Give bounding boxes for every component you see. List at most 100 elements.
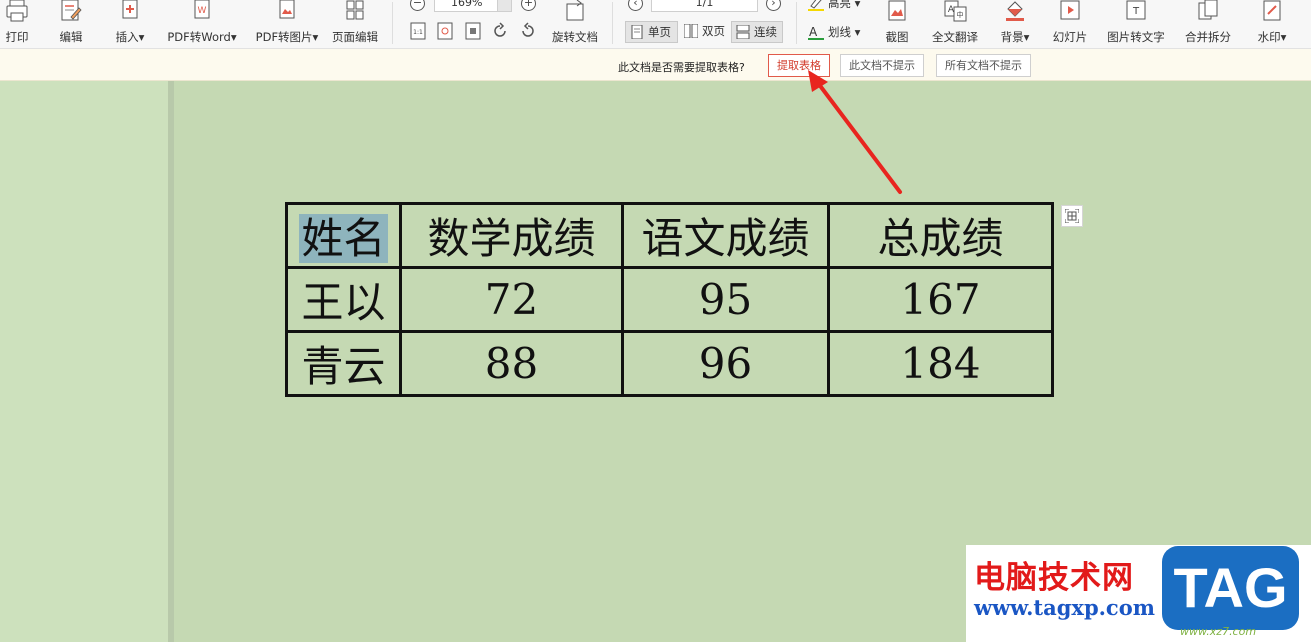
grid-icon	[346, 0, 364, 20]
edit-icon	[61, 0, 82, 21]
tag-logo: TAG	[1162, 546, 1299, 630]
pdf-word-icon: W	[194, 0, 210, 19]
background-label: 背景▾	[1000, 30, 1030, 44]
dont-show-all-button[interactable]: 所有文档不提示	[936, 54, 1031, 77]
watermark-button[interactable]: 水印▾	[1250, 0, 1294, 48]
table-cell: 王以	[285, 266, 402, 333]
table-cell: 72	[399, 266, 624, 333]
table-cell: 167	[827, 266, 1054, 333]
table-header-cell: 语文成绩	[621, 202, 830, 269]
rotate-left-icon[interactable]	[492, 22, 508, 40]
pdf-to-word-button[interactable]: W PDF转Word▾	[162, 0, 242, 48]
table-header-cell: 数学成绩	[399, 202, 624, 269]
table-row: 王以 72 95 167	[285, 266, 1054, 333]
extract-table-button[interactable]: 提取表格	[768, 54, 830, 77]
watermark-label: 水印▾	[1257, 30, 1287, 44]
single-page-label: 单页	[648, 25, 671, 39]
image-text-icon: T	[1126, 0, 1146, 20]
print-button[interactable]: 打印	[0, 0, 34, 48]
zoom-out-icon[interactable]: −	[410, 0, 425, 11]
insert-page-icon	[122, 0, 138, 19]
highlight-label: 高亮 ▾	[828, 0, 861, 10]
image-to-text-button[interactable]: T 图片转文字	[1104, 0, 1168, 48]
fit-width-icon[interactable]	[465, 22, 481, 40]
table-cell: 青云	[285, 330, 402, 397]
zoom-select[interactable]: 169%	[434, 0, 512, 12]
zoom-in-icon[interactable]: +	[521, 0, 536, 11]
table-row: 青云 88 96 184	[285, 330, 1054, 397]
chevron-down-icon[interactable]	[497, 0, 511, 11]
page-edit-button[interactable]: 页面编辑	[328, 0, 382, 48]
screenshot-icon	[888, 0, 906, 21]
slideshow-label: 幻灯片	[1052, 30, 1088, 44]
merge-split-label: 合并拆分	[1185, 30, 1231, 44]
rotate-document-icon	[566, 0, 584, 21]
edit-button[interactable]: 编辑	[54, 0, 88, 48]
dont-show-document-button[interactable]: 此文档不提示	[840, 54, 924, 77]
watermark-subtitle: www.xz7.com	[1180, 625, 1257, 638]
notification-question: 此文档是否需要提取表格?	[618, 61, 745, 74]
double-page-label: 双页	[702, 24, 725, 38]
watermark-title: 电脑技术网	[974, 560, 1134, 596]
merge-split-button[interactable]: 合并拆分	[1178, 0, 1238, 48]
strikeline-icon: A	[808, 25, 824, 40]
double-page-icon	[684, 24, 698, 38]
actual-size-icon[interactable]: 1:1	[410, 22, 426, 40]
printer-icon	[6, 0, 28, 22]
highlight-icon	[808, 0, 824, 11]
svg-text:W: W	[198, 6, 207, 16]
toolbar: 打印 编辑 插入▾ W PDF转Word▾ PDF转图片▾ 页面编辑 − 169…	[0, 0, 1311, 49]
print-label: 打印	[5, 30, 29, 44]
rotate-document-button[interactable]: 旋转文档	[548, 0, 602, 48]
slideshow-icon	[1060, 0, 1080, 20]
merge-split-icon	[1198, 0, 1218, 20]
paint-bucket-icon	[1006, 1, 1024, 21]
toolbar-divider	[392, 2, 393, 44]
pdf-to-image-label: PDF转图片▾	[255, 30, 319, 44]
next-page-icon[interactable]: ›	[766, 0, 781, 11]
screenshot-button[interactable]: 截图	[876, 0, 918, 48]
full-translate-label: 全文翻译	[932, 30, 978, 44]
toolbar-divider	[612, 2, 613, 44]
previous-page-icon[interactable]: ‹	[628, 0, 643, 11]
rotate-right-icon[interactable]	[520, 22, 536, 40]
svg-text:1:1: 1:1	[413, 29, 423, 36]
insert-label: 插入▾	[115, 30, 145, 44]
svg-text:中: 中	[957, 10, 964, 19]
watermark-icon	[1263, 0, 1281, 21]
svg-text:T: T	[1132, 6, 1140, 17]
pdf-to-image-button[interactable]: PDF转图片▾	[252, 0, 322, 48]
table-cell: 184	[827, 330, 1054, 397]
continuous-label: 连续	[754, 25, 777, 39]
single-page-icon	[631, 25, 643, 39]
site-watermark: 电脑技术网 www.tagxp.com TAG www.xz7.com	[966, 545, 1311, 642]
page-edit-label: 页面编辑	[332, 30, 378, 44]
strikeline-button[interactable]: A 划线 ▾	[806, 23, 860, 41]
continuous-button[interactable]: 连续	[731, 21, 783, 43]
table-header-row: 姓名 数学成绩 语文成绩 总成绩	[285, 202, 1054, 269]
edit-label: 编辑	[59, 30, 83, 44]
watermark-url: www.tagxp.com	[974, 595, 1155, 620]
highlight-button[interactable]: 高亮 ▾	[806, 0, 860, 12]
table-header-cell: 总成绩	[827, 202, 1054, 269]
pdf-image-icon	[279, 0, 295, 19]
double-page-button[interactable]: 双页	[680, 21, 730, 43]
insert-button[interactable]: 插入▾	[108, 0, 152, 48]
screenshot-label: 截图	[885, 30, 909, 44]
toolbar-divider	[796, 2, 797, 44]
pdf-to-word-label: PDF转Word▾	[167, 30, 237, 44]
page-input[interactable]: 1/1	[651, 0, 758, 12]
selected-text[interactable]: 姓名	[299, 214, 388, 263]
fit-page-icon[interactable]	[437, 22, 453, 40]
table-cell: 95	[621, 266, 830, 333]
table-extract-floating-button[interactable]	[1061, 205, 1083, 227]
left-side-panel	[0, 81, 168, 642]
background-button[interactable]: 背景▾	[994, 0, 1036, 48]
slideshow-button[interactable]: 幻灯片	[1046, 0, 1094, 48]
full-translate-button[interactable]: A中 全文翻译	[926, 0, 984, 48]
table-cell: 96	[621, 330, 830, 397]
document-table: 姓名 数学成绩 语文成绩 总成绩 王以 72 95 167 青云 88 96 1…	[285, 202, 1054, 397]
table-header-cell: 姓名	[285, 202, 402, 269]
page-indicator: 1/1	[695, 0, 714, 9]
single-page-button[interactable]: 单页	[625, 21, 678, 43]
